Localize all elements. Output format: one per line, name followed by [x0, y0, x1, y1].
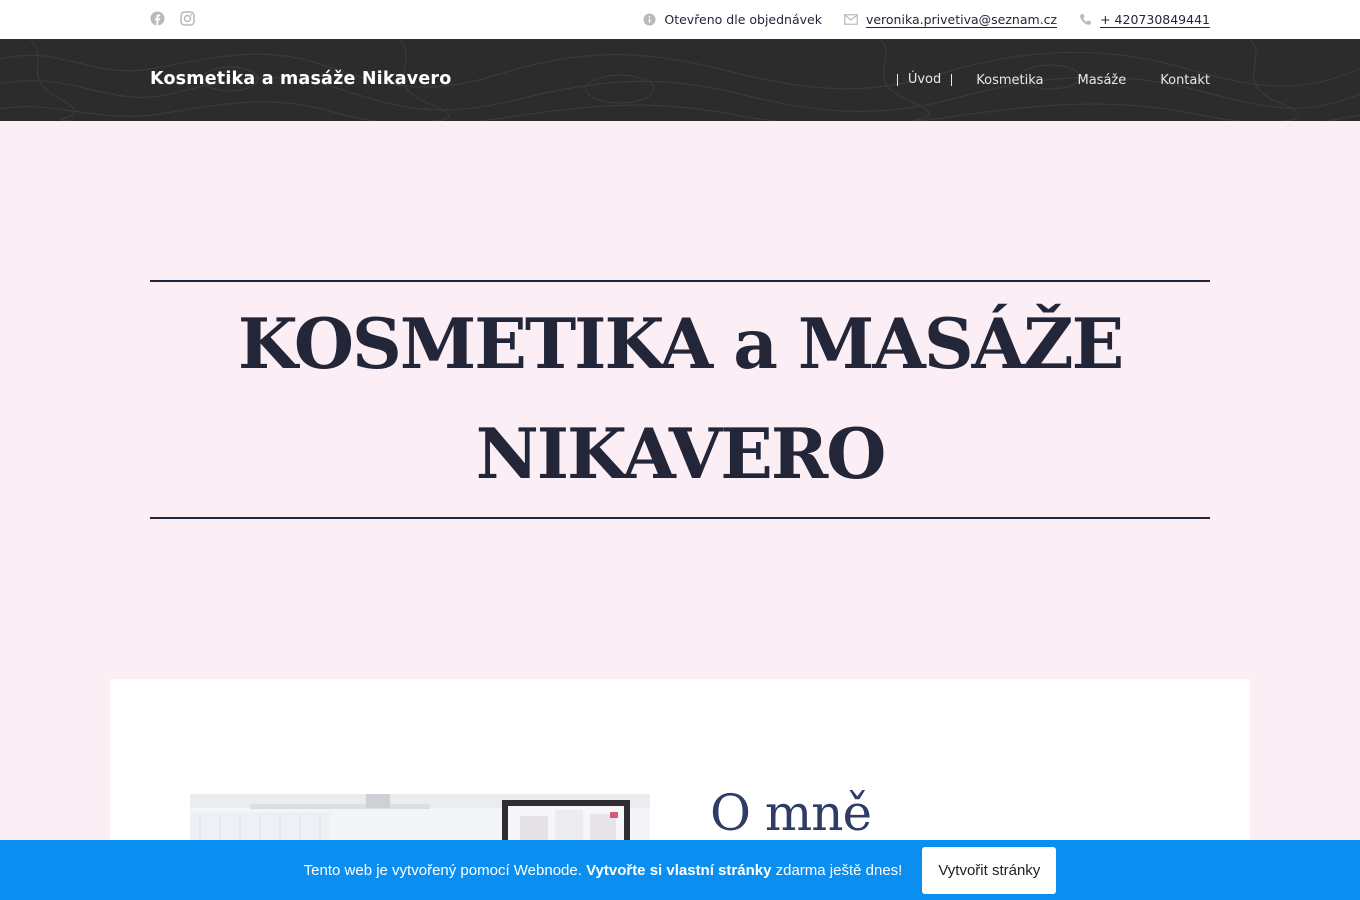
nav-item-masaze[interactable]: Masáže — [1060, 73, 1143, 88]
phone-contact: + 420730849441 — [1079, 12, 1210, 28]
main-nav: Úvod Kosmetika Masáže Kontakt — [896, 39, 1210, 121]
hero-title: KOSMETIKA a MASÁŽE NIKAVERO — [150, 290, 1210, 510]
hero-title-line2: NIKAVERO — [475, 414, 887, 495]
hero-top-divider — [150, 280, 1210, 282]
about-title: O mně — [710, 784, 872, 842]
site-brand[interactable]: Kosmetika a masáže Nikavero — [150, 39, 451, 121]
nav-item-kosmetika[interactable]: Kosmetika — [959, 73, 1060, 88]
phone-icon — [1079, 13, 1092, 26]
hero-bottom-divider — [150, 517, 1210, 519]
promo-text-after: zdarma ještě dnes! — [775, 861, 903, 879]
nav-item-kontakt[interactable]: Kontakt — [1143, 73, 1210, 88]
email-contact: veronika.privetiva@seznam.cz — [844, 12, 1058, 28]
promo-text: Tento web je vytvořený pomocí Webnode. V… — [304, 862, 903, 879]
envelope-icon — [844, 14, 858, 25]
promo-text-bold: Vytvořte si vlastní stránky — [586, 861, 772, 879]
info-icon — [643, 13, 656, 26]
opening-hours-text: Otevřeno dle objednávek — [664, 12, 822, 27]
email-link[interactable]: veronika.privetiva@seznam.cz — [865, 12, 1058, 28]
phone-link[interactable]: + 420730849441 — [1100, 12, 1210, 28]
instagram-icon[interactable] — [180, 11, 195, 26]
top-bar: Otevřeno dle objednávek veronika.priveti… — [0, 0, 1360, 39]
opening-hours: Otevřeno dle objednávek — [643, 12, 822, 27]
create-site-button[interactable]: Vytvořit stránky — [922, 846, 1057, 894]
promo-text-before: Tento web je vytvořený pomocí Webnode. — [303, 861, 582, 879]
nav-item-uvod[interactable]: Úvod — [896, 73, 953, 86]
social-links — [150, 11, 195, 26]
hero-title-line1: KOSMETIKA a MASÁŽE — [237, 304, 1124, 385]
facebook-icon[interactable] — [150, 11, 165, 26]
contact-info: Otevřeno dle objednávek veronika.priveti… — [643, 0, 1210, 39]
site-header: Kosmetika a masáže Nikavero Úvod Kosmeti… — [0, 39, 1360, 121]
webnode-promo-bar: Tento web je vytvořený pomocí Webnode. V… — [0, 840, 1360, 900]
